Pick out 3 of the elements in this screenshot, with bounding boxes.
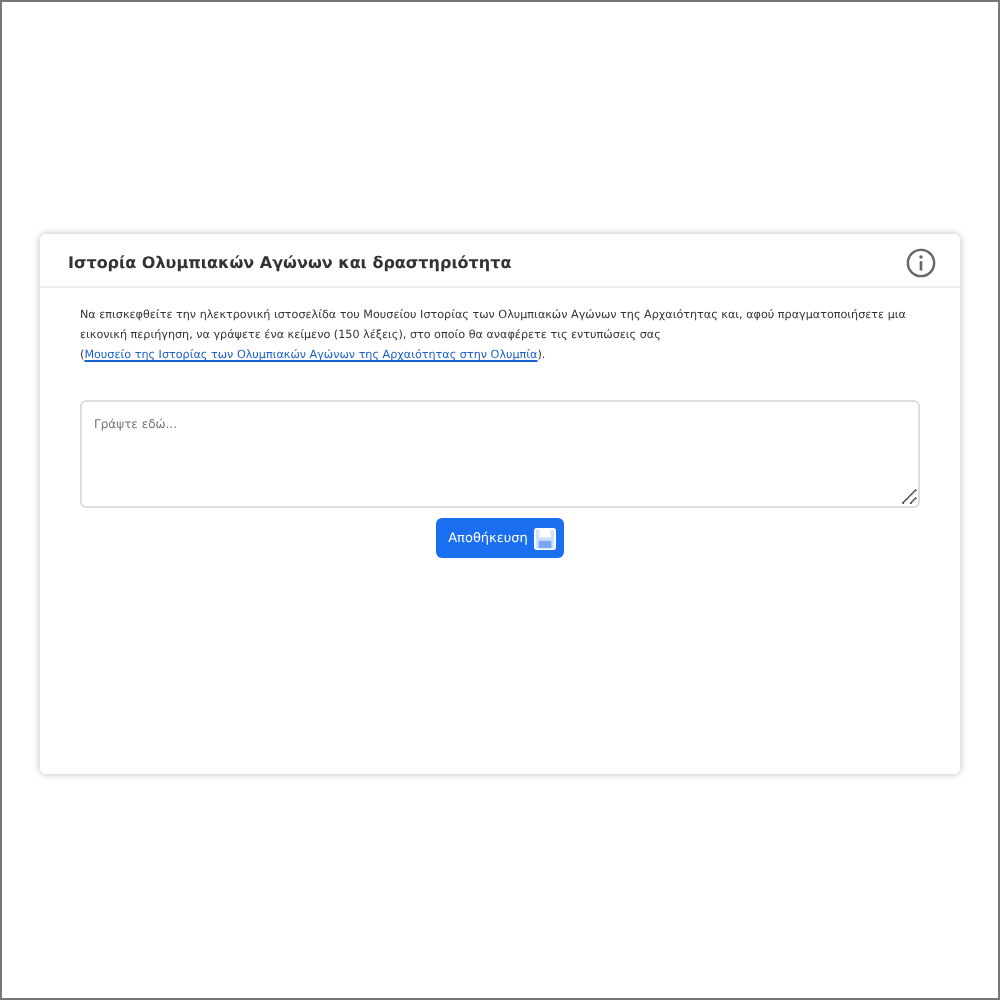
card-title: Ιστορία Ολυμπιακών Αγώνων και δραστηριότητα [68, 253, 512, 271]
save-icon [533, 527, 556, 549]
info-icon[interactable] [906, 247, 936, 277]
